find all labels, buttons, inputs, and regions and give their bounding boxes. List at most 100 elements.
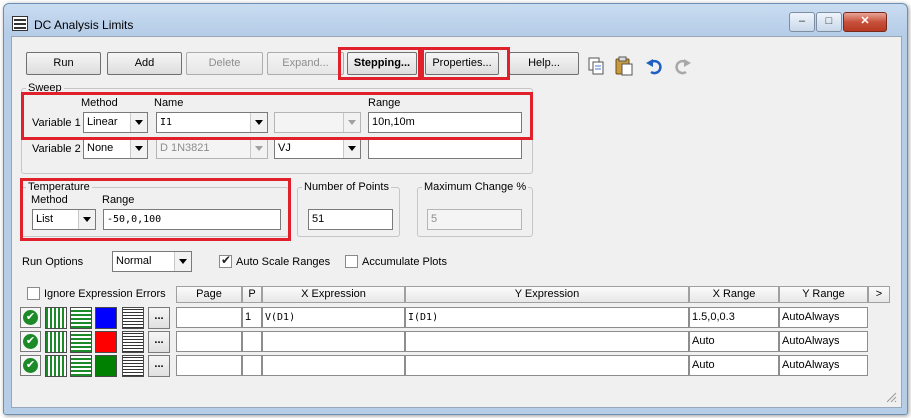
maximize-button[interactable]: □: [816, 12, 842, 32]
add-button[interactable]: Add: [107, 52, 182, 75]
run-button[interactable]: Run: [26, 52, 101, 75]
properties-button[interactable]: Properties...: [425, 52, 499, 75]
variable-1-name-select[interactable]: I1: [156, 112, 268, 133]
sweep-method-header: Method: [81, 97, 118, 109]
help-button[interactable]: Help...: [509, 52, 579, 75]
minimize-button[interactable]: –: [789, 12, 815, 32]
variable-1-type-select[interactable]: [274, 112, 361, 133]
y-range-cell[interactable]: AutoAlways: [779, 307, 868, 328]
page-cell[interactable]: [176, 355, 242, 376]
title-bar[interactable]: DC Analysis Limits – □ ✕: [4, 4, 907, 34]
variable-2-name-select[interactable]: D 1N3821: [156, 138, 268, 159]
chevron-down-icon[interactable]: [130, 139, 147, 158]
accumulate-plots-label[interactable]: Accumulate Plots: [362, 256, 447, 269]
y-expression-column-header[interactable]: Y Expression: [405, 286, 689, 303]
chevron-down-icon[interactable]: [174, 252, 191, 271]
more-columns-button[interactable]: >: [868, 286, 890, 303]
copy-icon[interactable]: [585, 55, 607, 77]
chevron-down-icon[interactable]: [343, 113, 360, 132]
enabled-check-icon[interactable]: ✔: [20, 355, 41, 376]
vertical-grid-icon[interactable]: [45, 331, 67, 353]
x-expression-cell[interactable]: V(D1): [262, 307, 405, 328]
horizontal-grid-icon[interactable]: [70, 355, 92, 377]
resize-grip-icon[interactable]: [885, 391, 897, 403]
x-expression-column-header[interactable]: X Expression: [262, 286, 405, 303]
y-range-cell[interactable]: AutoAlways: [779, 331, 868, 352]
maximum-change-input[interactable]: 5: [427, 209, 522, 230]
close-button[interactable]: ✕: [843, 12, 887, 32]
x-expression-cell[interactable]: [262, 331, 405, 352]
row-options-button[interactable]: ...: [148, 331, 170, 353]
enabled-check-icon[interactable]: ✔: [20, 331, 41, 352]
horizontal-grid-icon[interactable]: [70, 331, 92, 353]
chevron-down-icon[interactable]: [250, 139, 267, 158]
sweep-range-header: Range: [368, 97, 401, 109]
color-swatch[interactable]: [95, 307, 117, 329]
chevron-down-icon[interactable]: [343, 139, 360, 158]
color-swatch[interactable]: [95, 331, 117, 353]
y-range-cell[interactable]: AutoAlways: [779, 355, 868, 376]
chevron-down-icon[interactable]: [130, 113, 147, 132]
p-column-header[interactable]: P: [242, 286, 262, 303]
variable-2-method-select[interactable]: None: [83, 138, 148, 159]
stepping-button[interactable]: Stepping...: [347, 52, 417, 75]
chevron-down-icon[interactable]: [250, 113, 267, 132]
y-expression-cell[interactable]: I(D1): [405, 307, 689, 328]
number-of-points-input[interactable]: 51: [308, 209, 393, 230]
auto-scale-ranges-label[interactable]: Auto Scale Ranges: [236, 256, 330, 269]
undo-icon[interactable]: [643, 55, 665, 77]
number-of-points-label: Number of Points: [302, 181, 391, 193]
variable-2-range-input[interactable]: [368, 138, 522, 159]
vertical-grid-icon[interactable]: [45, 355, 67, 377]
variable-2-type-select[interactable]: VJ: [274, 138, 361, 159]
run-options-select[interactable]: Normal: [112, 251, 192, 272]
x-range-cell[interactable]: 1.5,0,0.3: [689, 307, 779, 328]
ignore-expression-errors-checkbox[interactable]: [27, 287, 40, 300]
horizontal-grid-icon[interactable]: [70, 307, 92, 329]
row-options-button[interactable]: ...: [148, 355, 170, 377]
expand-button[interactable]: Expand...: [267, 52, 344, 75]
auto-scale-ranges-checkbox[interactable]: [219, 253, 232, 268]
p-cell[interactable]: 1: [242, 307, 262, 328]
paste-icon[interactable]: [613, 55, 635, 77]
row-options-button[interactable]: ...: [148, 307, 170, 329]
delete-button[interactable]: Delete: [186, 52, 263, 75]
x-expression-cell[interactable]: [262, 355, 405, 376]
table-format-icon[interactable]: [122, 307, 144, 329]
enabled-check-icon[interactable]: ✔: [20, 307, 41, 328]
sweep-name-header: Name: [154, 97, 184, 109]
variable-2-label: Variable 2: [32, 143, 81, 155]
p-cell[interactable]: [242, 355, 262, 376]
page-cell[interactable]: [176, 331, 242, 352]
table-format-icon[interactable]: [122, 331, 144, 353]
vertical-grid-icon[interactable]: [45, 307, 67, 329]
temperature-method-label: Method: [31, 194, 68, 206]
x-range-column-header[interactable]: X Range: [689, 286, 779, 303]
x-range-cell[interactable]: Auto: [689, 331, 779, 352]
x-range-cell[interactable]: Auto: [689, 355, 779, 376]
page-cell[interactable]: [176, 307, 242, 328]
ignore-expression-errors-label[interactable]: Ignore Expression Errors: [44, 288, 166, 301]
color-swatch[interactable]: [95, 355, 117, 377]
maximum-change-label: Maximum Change %: [422, 181, 529, 193]
y-expression-cell[interactable]: [405, 331, 689, 352]
y-range-column-header[interactable]: Y Range: [779, 286, 868, 303]
temperature-range-input[interactable]: -50,0,100: [103, 209, 281, 230]
dialog-client-area: Run Add Delete Expand... Stepping... Pro…: [11, 36, 902, 408]
p-cell[interactable]: [242, 331, 262, 352]
variable-1-range-input[interactable]: 10n,10m: [368, 112, 522, 133]
temperature-method-select[interactable]: List: [32, 209, 96, 230]
temperature-range-label: Range: [102, 194, 135, 206]
chevron-down-icon[interactable]: [78, 210, 95, 229]
redo-icon[interactable]: [672, 55, 694, 77]
run-options-label: Run Options: [22, 256, 84, 268]
temperature-group-label: Temperature: [26, 181, 92, 193]
page-column-header[interactable]: Page: [176, 286, 242, 303]
accumulate-plots-checkbox[interactable]: [345, 255, 358, 268]
variable-1-label: Variable 1: [32, 117, 81, 129]
y-expression-cell[interactable]: [405, 355, 689, 376]
dc-analysis-limits-window: DC Analysis Limits – □ ✕ Run Add Delete …: [3, 3, 908, 415]
table-format-icon[interactable]: [122, 355, 144, 377]
variable-1-method-select[interactable]: Linear: [83, 112, 148, 133]
app-icon: [12, 16, 28, 31]
